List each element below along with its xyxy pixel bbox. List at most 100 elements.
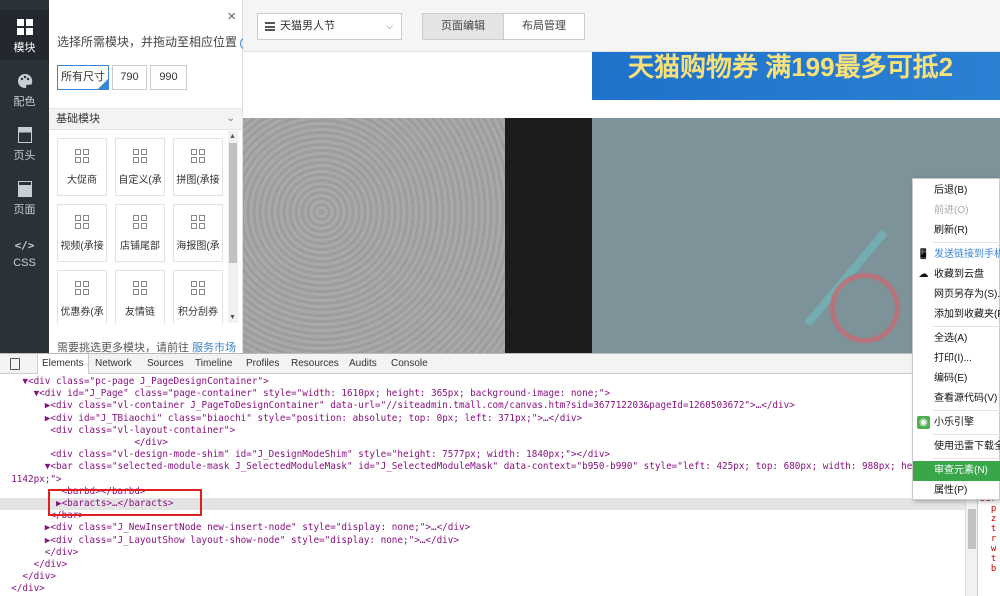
module-tile[interactable]: 店铺尾部	[115, 204, 165, 262]
scrollbar-thumb[interactable]	[968, 509, 976, 549]
design-canvas[interactable]: 天猫购物券 满199最多可抵2	[243, 52, 1000, 353]
module-label: 海报图(承	[176, 241, 220, 252]
size-filter-990[interactable]: 990	[150, 65, 187, 90]
dom-node-line[interactable]: <div class="vl-design-mode-shim" id="J_D…	[0, 449, 965, 461]
context-menu-item[interactable]: 后退(B)	[913, 181, 1000, 201]
section-header-basic[interactable]: 基础模块 ⌄	[49, 108, 242, 130]
palette-icon	[16, 72, 34, 90]
left-nav: 模块 配色 页头 页面 </> CSS	[0, 0, 49, 353]
context-menu-item[interactable]: 刷新(R)	[913, 221, 1000, 241]
tab-timeline[interactable]: Timeline	[195, 354, 232, 374]
module-tile[interactable]: 拼图(承接	[173, 138, 223, 196]
module-tile[interactable]: 友情链	[115, 270, 165, 324]
dom-node-line[interactable]: ▶<baracts>…</baracts>	[0, 498, 965, 510]
context-menu: 后退(B) 前进(O) 刷新(R) 📱 发送链接到手机 ☁ 收藏到云盘 网页另存为(S)...…	[912, 178, 1000, 500]
size-filter-790[interactable]: 790	[112, 65, 147, 90]
context-menu-label: 编码(E)	[934, 373, 968, 384]
dom-node-line[interactable]: </div>	[0, 571, 965, 583]
nav-item-modules[interactable]: 模块	[0, 10, 49, 60]
section-title: 基础模块	[56, 113, 100, 125]
panel-scrollbar[interactable]: ▲ ▼	[228, 131, 238, 323]
context-menu-label: 网页另存为(S)...	[934, 289, 1000, 300]
context-menu-label: 小乐引擎	[934, 417, 974, 428]
scroll-up-icon[interactable]: ▲	[229, 133, 236, 140]
chevron-down-icon: ⌄	[226, 113, 235, 124]
scrollbar-thumb[interactable]	[229, 143, 237, 263]
menu-separator	[933, 242, 1000, 243]
nav-item-header[interactable]: 页头	[0, 118, 49, 168]
context-menu-item[interactable]: 全选(A)	[913, 329, 1000, 349]
menu-icon	[265, 22, 275, 31]
dom-node-line[interactable]: </div>	[0, 437, 965, 449]
top-toolbar: 天猫男人节 ⌵ 页面编辑 布局管理	[243, 0, 1000, 52]
context-menu-item[interactable]: ☁ 收藏到云盘	[913, 265, 1000, 285]
context-menu-label: 审查元素(N)	[934, 465, 988, 476]
context-menu-item[interactable]: 查看源代码(V)	[913, 389, 1000, 409]
context-menu-item[interactable]: 属性(P)	[913, 481, 1000, 501]
tab-profiles[interactable]: Profiles	[246, 354, 279, 374]
module-grid: 大促商 自定义(承 拼图(承接 视频(承接 店铺尾部 海报图(承 优惠券(承 友…	[57, 138, 229, 324]
nav-label: 配色	[13, 96, 36, 108]
context-menu-item[interactable]: 审查元素(N)	[913, 461, 1000, 481]
module-grid-icon	[191, 215, 205, 229]
app-window: 模块 配色 页头 页面 </> CSS × 选择所需模块，并拖动至相应位置 所有…	[0, 0, 1000, 596]
context-menu-item[interactable]: ◉ 小乐引擎	[913, 413, 1000, 433]
device-mode-icon[interactable]	[10, 358, 20, 370]
module-label: 友情链	[125, 307, 155, 318]
module-tile[interactable]: 自定义(承	[115, 138, 165, 196]
tab-audits[interactable]: Audits	[349, 354, 377, 374]
module-tile[interactable]: 视频(承接	[57, 204, 107, 262]
code-icon: </>	[14, 238, 35, 252]
tab-sources[interactable]: Sources	[147, 354, 184, 374]
context-menu-item[interactable]: 打印(I)...	[913, 349, 1000, 369]
size-filter-all[interactable]: 所有尺寸	[57, 65, 109, 90]
dom-node-line[interactable]: ▼<bar class="selected-module-mask J_Sele…	[0, 461, 965, 473]
module-label: 大促商	[67, 175, 97, 186]
context-menu-item[interactable]: 添加到收藏夹(F)	[913, 305, 1000, 325]
nav-label: 页面	[13, 204, 36, 216]
nav-item-colors[interactable]: 配色	[0, 64, 49, 114]
module-grid-icon	[133, 215, 147, 229]
xiaole-icon: ◉	[917, 416, 930, 429]
nav-item-page[interactable]: 页面	[0, 172, 49, 222]
dom-node-line[interactable]: </div>	[0, 547, 965, 559]
nav-item-css[interactable]: </> CSS	[0, 228, 49, 278]
dom-node-line[interactable]: ▶<div class="J_NewInsertNode new-insert-…	[0, 522, 965, 534]
context-menu-label: 全选(A)	[934, 333, 968, 344]
close-icon[interactable]: ×	[227, 8, 236, 25]
context-menu-item[interactable]: 网页另存为(S)...	[913, 285, 1000, 305]
context-menu-label: 查看源代码(V)	[934, 393, 998, 404]
page-select[interactable]: 天猫男人节 ⌵	[257, 13, 402, 40]
menu-separator	[933, 326, 1000, 327]
dom-node-line[interactable]: </div>	[0, 559, 965, 571]
context-menu-label: 打印(I)...	[934, 353, 972, 364]
tab-elements[interactable]: Elements	[37, 354, 89, 374]
module-tile[interactable]: 优惠券(承	[57, 270, 107, 324]
dom-node-line[interactable]: ▼<div class="pc-page J_PageDesignContain…	[0, 376, 965, 388]
dark-image	[505, 118, 592, 353]
context-menu-item[interactable]: 使用迅雷下载全	[913, 437, 1000, 457]
dom-node-line[interactable]: ▼<div id="J_Page" class="page-container"…	[0, 388, 965, 400]
tab-console[interactable]: Console	[391, 354, 428, 374]
tab-page-edit[interactable]: 页面编辑	[422, 13, 504, 40]
module-tile[interactable]: 大促商	[57, 138, 107, 196]
dom-node-line[interactable]: ▶<div id="J_TBiaochi" class="biaochi" st…	[0, 413, 965, 425]
module-tile[interactable]: 海报图(承	[173, 204, 223, 262]
scroll-down-icon[interactable]: ▼	[229, 314, 236, 321]
dom-node-line[interactable]: ▶<div class="J_LayoutShow layout-show-no…	[0, 535, 965, 547]
context-menu-item[interactable]: 📱 发送链接到手机	[913, 245, 1000, 265]
dom-node-line[interactable]: </div>	[0, 583, 965, 595]
module-grid-icon	[75, 215, 89, 229]
context-menu-label: 添加到收藏夹(F)	[934, 309, 1000, 320]
dom-node-line[interactable]: <barbd></barbd>	[0, 486, 965, 498]
module-grid-icon	[191, 149, 205, 163]
tab-network[interactable]: Network	[95, 354, 132, 374]
tab-resources[interactable]: Resources	[291, 354, 339, 374]
dom-node-line[interactable]: </bar>	[0, 510, 965, 522]
context-menu-item[interactable]: 编码(E)	[913, 369, 1000, 389]
dom-node-line[interactable]: ▶<div class="vl-container J_PageToDesign…	[0, 400, 965, 412]
tab-layout-manage[interactable]: 布局管理	[503, 13, 585, 40]
module-tile[interactable]: 积分刮券	[173, 270, 223, 324]
dom-node-line[interactable]: 1142px;">	[0, 474, 965, 486]
dom-node-line[interactable]: <div class="vl-layout-container">	[0, 425, 965, 437]
